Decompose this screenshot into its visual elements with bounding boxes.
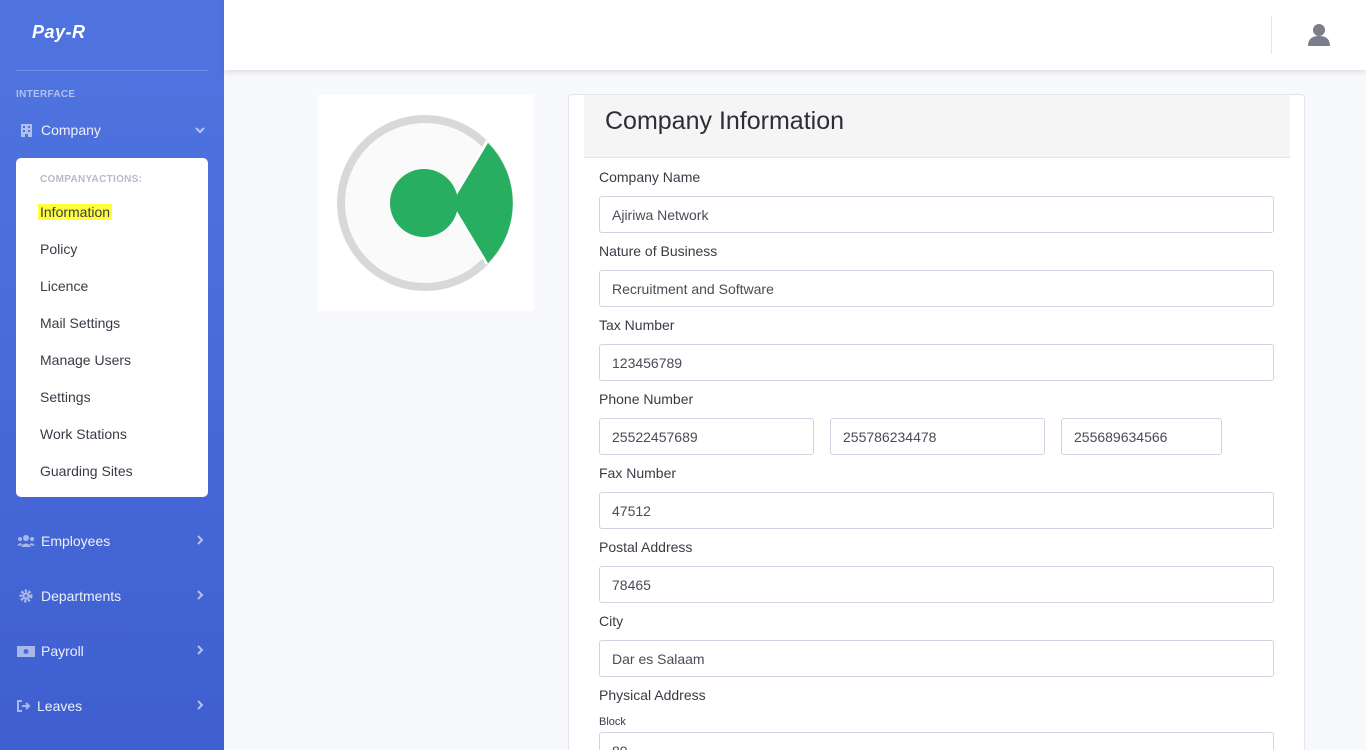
- users-icon: [16, 534, 36, 548]
- submenu-item-work-stations[interactable]: Work Stations: [40, 426, 127, 442]
- sidebar-item-label: Leaves: [37, 698, 83, 714]
- money-icon: [16, 644, 36, 658]
- submenu-item-manage-users[interactable]: Manage Users: [40, 352, 131, 368]
- postal-label: Postal Address: [599, 539, 693, 555]
- user-icon[interactable]: [1306, 22, 1332, 48]
- phone-input-1[interactable]: [599, 418, 814, 455]
- sidebar-item-payroll[interactable]: Payroll: [16, 637, 208, 665]
- sign-out-icon: [16, 699, 32, 713]
- submenu-item-settings[interactable]: Settings: [40, 389, 91, 405]
- sidebar-item-label: Payroll: [41, 643, 84, 659]
- block-label: Block: [599, 716, 626, 728]
- brand-logo-text[interactable]: Pay-R: [32, 22, 86, 43]
- chevron-right-icon: [192, 699, 208, 713]
- sidebar: Pay-R INTERFACE Company COMPANYACTIONS: …: [0, 0, 224, 750]
- sidebar-item-label: Departments: [41, 588, 122, 604]
- tax-label: Tax Number: [599, 317, 675, 333]
- fax-label: Fax Number: [599, 465, 677, 481]
- nature-of-business-input[interactable]: [599, 270, 1274, 307]
- topbar-divider: [1271, 16, 1272, 54]
- submenu-item-guarding-sites[interactable]: Guarding Sites: [40, 463, 133, 479]
- sidebar-item-company[interactable]: Company: [16, 116, 208, 144]
- sidebar-item-label: Employees: [41, 533, 111, 549]
- company-name-label: Company Name: [599, 169, 701, 185]
- submenu-item-mail-settings[interactable]: Mail Settings: [40, 315, 120, 331]
- sidebar-divider: [16, 70, 208, 71]
- chevron-right-icon: [192, 589, 208, 603]
- sidebar-item-departments[interactable]: Departments: [16, 582, 208, 610]
- sidebar-item-employees[interactable]: Employees: [16, 527, 208, 555]
- topbar: [224, 0, 1366, 70]
- building-icon: [16, 123, 36, 137]
- city-label: City: [599, 613, 624, 629]
- sidebar-item-label: Company: [41, 122, 101, 138]
- submenu-item-policy[interactable]: Policy: [40, 241, 77, 257]
- physical-address-label: Physical Address: [599, 687, 706, 703]
- phone-input-2[interactable]: [830, 418, 1045, 455]
- submenu-item-licence[interactable]: Licence: [40, 278, 88, 294]
- chevron-right-icon: [192, 644, 208, 658]
- block-input[interactable]: [599, 732, 1274, 750]
- city-input[interactable]: [599, 640, 1274, 677]
- company-submenu: COMPANYACTIONS: Information Policy Licen…: [16, 158, 208, 497]
- phone-label: Phone Number: [599, 391, 694, 407]
- tax-number-input[interactable]: [599, 344, 1274, 381]
- company-name-input[interactable]: [599, 196, 1274, 233]
- submenu-heading: COMPANYACTIONS:: [40, 174, 143, 185]
- cog-icon: [16, 589, 36, 603]
- submenu-item-information[interactable]: Information: [38, 204, 113, 220]
- nature-label: Nature of Business: [599, 243, 718, 259]
- chevron-down-icon: [192, 123, 208, 137]
- card-title: Company Information: [605, 107, 845, 135]
- phone-input-3[interactable]: [1061, 418, 1222, 455]
- sidebar-item-leaves[interactable]: Leaves: [16, 692, 208, 720]
- card-header: Company Information: [584, 95, 1290, 158]
- company-info-card: Company Information Company Name Nature …: [568, 94, 1305, 750]
- chevron-right-icon: [192, 534, 208, 548]
- company-logo: [318, 95, 534, 311]
- fax-number-input[interactable]: [599, 492, 1274, 529]
- postal-address-input[interactable]: [599, 566, 1274, 603]
- sidebar-heading: INTERFACE: [16, 89, 76, 100]
